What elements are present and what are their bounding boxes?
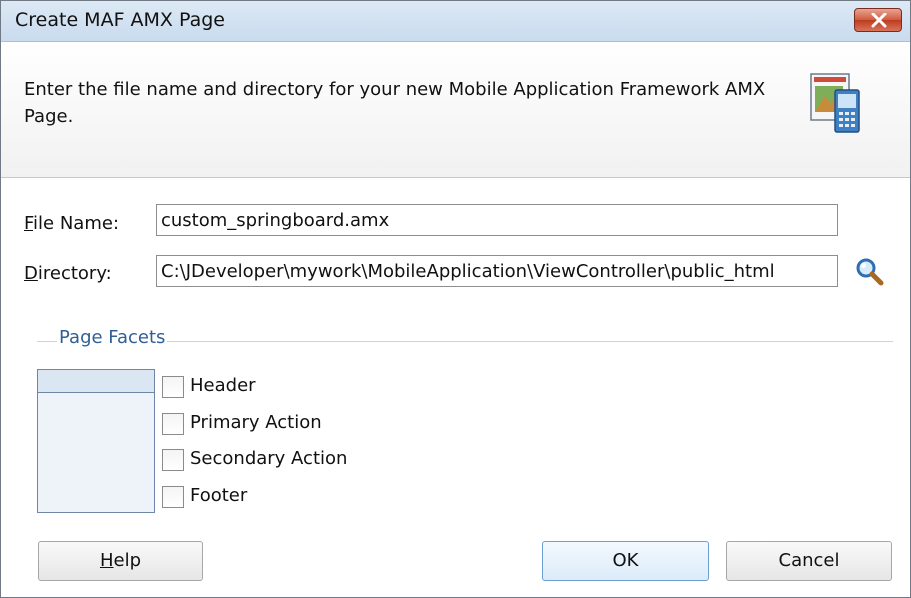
page-layout-preview xyxy=(37,369,155,513)
ok-button[interactable]: OK xyxy=(542,541,709,581)
instructions-text: Enter the file name and directory for yo… xyxy=(24,79,766,127)
header-band: Enter the file name and directory for yo… xyxy=(1,42,910,178)
help-button[interactable]: Help xyxy=(38,541,203,581)
amx-page-icon xyxy=(810,73,860,133)
help-button-text: elp xyxy=(113,550,142,571)
page-facets-label: Page Facets xyxy=(57,327,168,348)
directory-label-text: irectory: xyxy=(37,263,112,284)
title-bar[interactable]: Create MAF AMX Page xyxy=(1,1,910,42)
directory-label: Directory: xyxy=(24,263,112,284)
browse-directory-button[interactable] xyxy=(853,256,887,290)
preview-header-region xyxy=(38,370,154,393)
primary-action-checkbox[interactable] xyxy=(162,413,184,435)
file-name-input[interactable] xyxy=(156,204,838,236)
directory-input[interactable] xyxy=(156,255,838,287)
primary-action-checkbox-label: Primary Action xyxy=(190,412,322,433)
cancel-button[interactable]: Cancel xyxy=(726,541,892,581)
file-name-label-text: ile Name: xyxy=(33,213,120,234)
window-title: Create MAF AMX Page xyxy=(15,9,225,31)
file-name-label: File Name: xyxy=(24,213,119,234)
header-checkbox[interactable] xyxy=(162,376,184,398)
create-amx-page-dialog: Create MAF AMX Page Enter the file name … xyxy=(0,0,911,598)
close-icon xyxy=(871,13,887,28)
file-name-mnemonic: F xyxy=(24,213,34,234)
directory-mnemonic: D xyxy=(24,263,38,284)
secondary-action-checkbox[interactable] xyxy=(162,449,184,471)
help-mnemonic: H xyxy=(99,550,114,571)
search-icon xyxy=(856,258,884,286)
footer-checkbox-label: Footer xyxy=(190,485,248,506)
close-button[interactable] xyxy=(854,8,902,32)
footer-checkbox[interactable] xyxy=(162,486,184,508)
secondary-action-checkbox-label: Secondary Action xyxy=(190,448,348,469)
header-checkbox-label: Header xyxy=(190,375,256,396)
